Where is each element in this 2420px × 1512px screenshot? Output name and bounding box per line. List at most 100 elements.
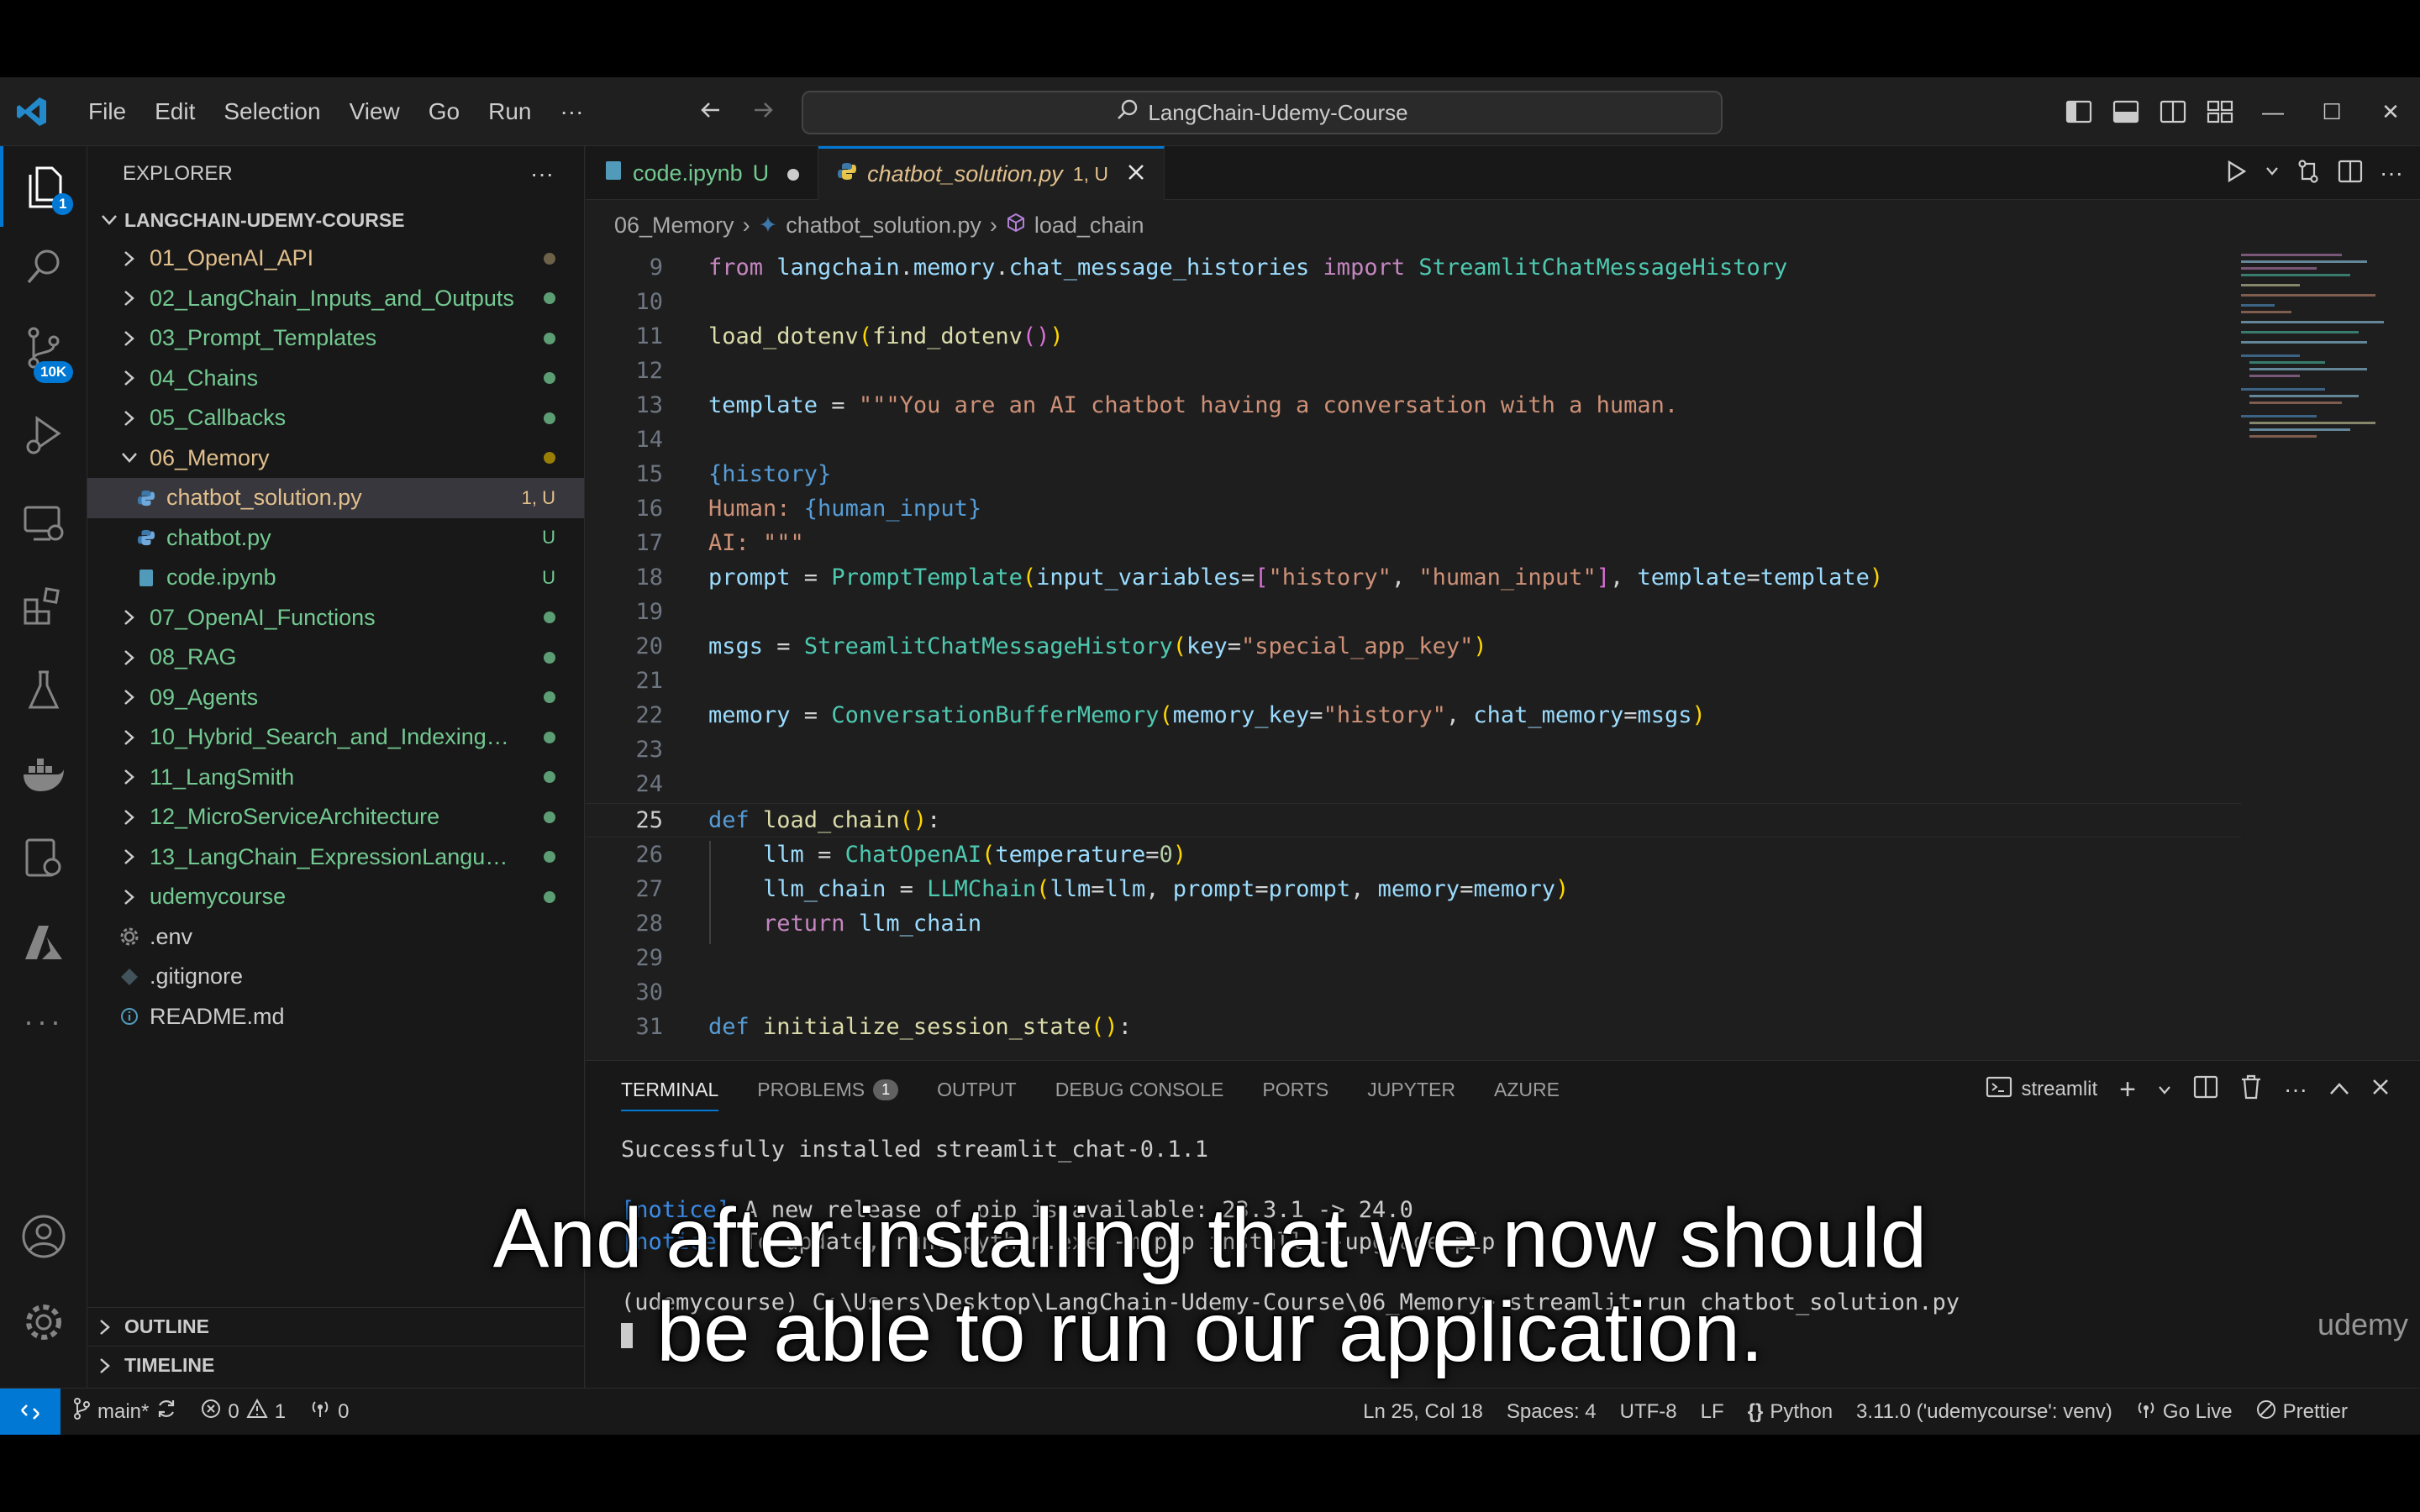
menu-go[interactable]: Go bbox=[414, 77, 474, 146]
tree-item[interactable]: 11_LangSmith bbox=[87, 758, 584, 798]
panel-tab-terminal[interactable]: TERMINAL bbox=[621, 1079, 719, 1111]
source-control-icon[interactable]: 10K bbox=[0, 307, 87, 388]
tree-item[interactable]: 10_Hybrid_Search_and_Indexing_A... bbox=[87, 717, 584, 758]
unsaved-dot-icon[interactable] bbox=[787, 160, 800, 186]
remote-indicator-icon[interactable] bbox=[0, 1388, 60, 1435]
tree-item[interactable]: 09_Agents bbox=[87, 678, 584, 718]
menu-edit[interactable]: Edit bbox=[140, 77, 209, 146]
new-terminal-icon[interactable]: + bbox=[2119, 1074, 2136, 1106]
trash-icon[interactable] bbox=[2240, 1074, 2262, 1105]
tree-item[interactable]: 12_MicroServiceArchitecture bbox=[87, 797, 584, 837]
tree-item[interactable]: udemycourse bbox=[87, 877, 584, 917]
workspace-root[interactable]: LANGCHAIN-UDEMY-COURSE bbox=[87, 202, 584, 239]
chevron-down-icon[interactable] bbox=[2158, 1078, 2171, 1101]
sync-icon[interactable] bbox=[155, 1398, 177, 1425]
tree-item[interactable]: 03_Prompt_Templates bbox=[87, 318, 584, 359]
run-python-icon[interactable] bbox=[2223, 159, 2249, 188]
tree-item[interactable]: 13_LangChain_ExpressionLanguage bbox=[87, 837, 584, 878]
search-view-icon[interactable] bbox=[0, 227, 87, 307]
split-editor-icon[interactable] bbox=[2338, 160, 2363, 187]
tree-item[interactable]: .gitignore bbox=[87, 957, 584, 997]
tree-item[interactable]: README.md bbox=[87, 997, 584, 1037]
customize-layout-icon[interactable] bbox=[2196, 77, 2244, 146]
minimize-icon[interactable]: — bbox=[2244, 77, 2302, 146]
code-editor[interactable]: 9 from langchain.memory.chat_message_hist… bbox=[586, 250, 2417, 1060]
prettier[interactable]: Prettier bbox=[2244, 1399, 2407, 1425]
udemy-watermark: udemy bbox=[2317, 1307, 2408, 1341]
more-views-icon[interactable]: ··· bbox=[0, 981, 87, 1062]
line-number: 28 bbox=[635, 911, 663, 937]
compare-changes-icon[interactable] bbox=[2296, 159, 2321, 188]
tree-item[interactable]: 02_LangChain_Inputs_and_Outputs bbox=[87, 279, 584, 319]
tree-item[interactable]: 05_Callbacks bbox=[87, 398, 584, 438]
tree-item[interactable]: chatbot_solution.py 1, U bbox=[87, 478, 584, 518]
explorer-icon[interactable]: 1 bbox=[0, 146, 87, 227]
panel-tab-ports[interactable]: PORTS bbox=[1262, 1079, 1328, 1101]
tab-chatbot-solution[interactable]: chatbot_solution.py 1, U bbox=[818, 146, 1165, 200]
tree-item[interactable]: chatbot.py U bbox=[87, 518, 584, 559]
more-actions-icon[interactable]: ··· bbox=[2380, 160, 2403, 186]
tree-item[interactable]: 08_RAG bbox=[87, 638, 584, 678]
panel-tab-azure[interactable]: AZURE bbox=[1494, 1079, 1560, 1101]
tree-item[interactable]: .env bbox=[87, 917, 584, 958]
panel-tab-jupyter[interactable]: JUPYTER bbox=[1367, 1079, 1455, 1101]
menu-more[interactable]: ··· bbox=[545, 77, 597, 146]
menu-run[interactable]: Run bbox=[474, 77, 545, 146]
go-live[interactable]: Go Live bbox=[2124, 1399, 2244, 1425]
problems-status[interactable]: 0 1 bbox=[189, 1398, 297, 1425]
close-window-icon[interactable]: ✕ bbox=[2361, 77, 2420, 146]
tree-item[interactable]: 06_Memory bbox=[87, 438, 584, 479]
breadcrumb-file[interactable]: chatbot_solution.py bbox=[786, 213, 981, 239]
cursor-position[interactable]: Ln 25, Col 18 bbox=[1351, 1400, 1495, 1424]
docker-icon[interactable] bbox=[0, 736, 87, 816]
run-debug-icon[interactable] bbox=[0, 395, 87, 475]
menu-selection[interactable]: Selection bbox=[209, 77, 334, 146]
tree-item[interactable]: 01_OpenAI_API bbox=[87, 239, 584, 279]
python-interpreter[interactable]: 3.11.0 ('udemycourse': venv) bbox=[1844, 1400, 2124, 1424]
file-tree: 01_OpenAI_API 02_LangChain_Inputs_and_Out… bbox=[87, 239, 584, 1037]
end-of-line[interactable]: LF bbox=[1689, 1400, 1736, 1424]
tree-item[interactable]: code.ipynb U bbox=[87, 558, 584, 598]
panel-tab-problems[interactable]: PROBLEMS 1 bbox=[757, 1079, 899, 1101]
toggle-sidebar-icon[interactable] bbox=[2055, 77, 2102, 146]
toggle-secondary-sidebar-icon[interactable] bbox=[2149, 77, 2196, 146]
testing-flask-icon[interactable] bbox=[0, 650, 87, 731]
command-center-search[interactable]: LangChain-Udemy-Course bbox=[802, 91, 1723, 134]
tab-code-ipynb[interactable]: code.ipynb U bbox=[586, 146, 819, 200]
breadcrumb-folder[interactable]: 06_Memory bbox=[614, 213, 734, 239]
chevron-down-icon[interactable] bbox=[2265, 165, 2279, 181]
panel-tab-output[interactable]: OUTPUT bbox=[937, 1079, 1017, 1101]
language-mode[interactable]: {} Python bbox=[1736, 1400, 1844, 1424]
terminal-line: Successfully installed streamlit_chat-0.… bbox=[621, 1137, 1208, 1163]
ports-status[interactable]: 0 bbox=[297, 1399, 360, 1425]
chevron-down-icon bbox=[118, 452, 141, 464]
git-branch[interactable]: main* bbox=[60, 1398, 189, 1425]
nav-arrows bbox=[697, 77, 776, 146]
azure-icon[interactable] bbox=[0, 902, 87, 983]
forward-arrow-icon[interactable] bbox=[750, 97, 776, 128]
indentation[interactable]: Spaces: 4 bbox=[1495, 1400, 1608, 1424]
split-terminal-icon[interactable] bbox=[2193, 1075, 2218, 1105]
panel-tab-debug-console[interactable]: DEBUG CONSOLE bbox=[1055, 1079, 1224, 1101]
explorer-more-icon[interactable]: ··· bbox=[530, 160, 554, 187]
close-tab-icon[interactable] bbox=[1127, 161, 1145, 187]
maximize-panel-icon[interactable] bbox=[2329, 1078, 2349, 1101]
remote-settings-icon[interactable] bbox=[0, 818, 87, 899]
menu-file[interactable]: File bbox=[74, 77, 140, 146]
notebook-file-icon bbox=[604, 160, 623, 187]
more-actions-icon[interactable]: ··· bbox=[2284, 1076, 2307, 1103]
extensions-icon[interactable] bbox=[0, 566, 87, 647]
remote-explorer-icon[interactable] bbox=[0, 484, 87, 564]
maximize-icon[interactable]: ☐ bbox=[2302, 77, 2361, 146]
encoding[interactable]: UTF-8 bbox=[1608, 1400, 1689, 1424]
toggle-panel-icon[interactable] bbox=[2102, 77, 2149, 146]
menu-view[interactable]: View bbox=[335, 77, 414, 146]
prettier-label: Prettier bbox=[2282, 1400, 2348, 1423]
git-status-dot bbox=[544, 367, 555, 389]
tree-item[interactable]: 07_OpenAI_Functions bbox=[87, 598, 584, 638]
terminal-instance[interactable]: streamlit bbox=[1986, 1076, 2097, 1104]
close-panel-icon[interactable] bbox=[2371, 1078, 2390, 1102]
back-arrow-icon[interactable] bbox=[697, 97, 724, 128]
breadcrumb-symbol[interactable]: load_chain bbox=[1034, 213, 1144, 239]
tree-item[interactable]: 04_Chains bbox=[87, 359, 584, 399]
